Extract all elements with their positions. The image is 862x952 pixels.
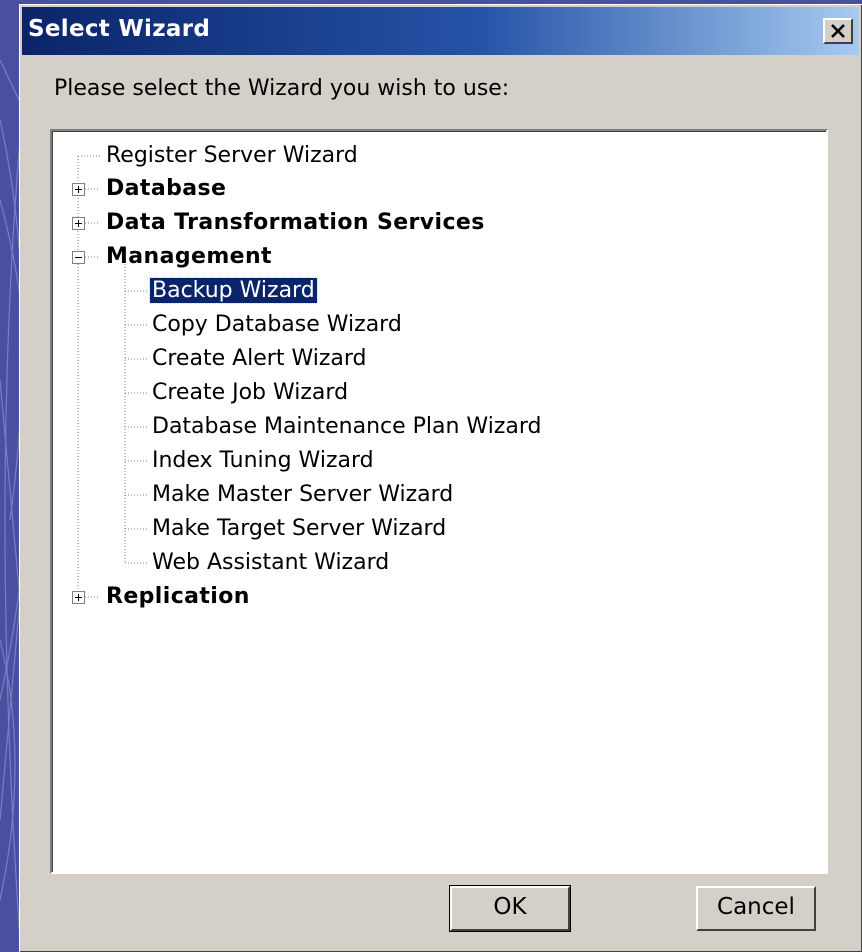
expand-dts-icon[interactable] (72, 217, 85, 230)
tree-item-database-maintenance-plan-wizard[interactable]: Database Maintenance Plan Wizard (152, 412, 541, 442)
cancel-button[interactable]: Cancel (696, 886, 816, 931)
close-icon (831, 24, 845, 38)
tree-item-copy-database-wizard[interactable]: Copy Database Wizard (152, 310, 402, 340)
select-wizard-dialog: Select Wizard Please select the Wizard y… (19, 4, 862, 952)
tree-item-create-job-wizard[interactable]: Create Job Wizard (152, 378, 348, 408)
instruction-label: Please select the Wizard you wish to use… (54, 76, 510, 101)
dialog-title: Select Wizard (28, 16, 211, 42)
wizard-tree-view[interactable]: Register Server Wizard Database Data Tra… (50, 129, 828, 874)
close-button[interactable] (823, 18, 853, 44)
tree-item-make-target-server-wizard[interactable]: Make Target Server Wizard (152, 514, 446, 544)
expand-database-icon[interactable] (72, 183, 85, 196)
tree-item-backup-wizard[interactable]: Backup Wizard (149, 276, 318, 306)
tree-item-data-transformation-services[interactable]: Data Transformation Services (106, 208, 485, 238)
tree-item-replication[interactable]: Replication (106, 582, 250, 612)
tree-item-make-master-server-wizard[interactable]: Make Master Server Wizard (152, 480, 453, 510)
tree-item-web-assistant-wizard[interactable]: Web Assistant Wizard (152, 548, 389, 578)
tree-item-index-tuning-wizard[interactable]: Index Tuning Wizard (152, 446, 374, 476)
tree-item-create-alert-wizard[interactable]: Create Alert Wizard (152, 344, 367, 374)
title-bar[interactable]: Select Wizard (22, 7, 859, 55)
tree-item-management[interactable]: Management (106, 242, 272, 272)
tree-item-register-server-wizard[interactable]: Register Server Wizard (106, 141, 358, 171)
expand-replication-icon[interactable] (72, 591, 85, 604)
collapse-management-icon[interactable] (72, 251, 85, 264)
tree-item-database[interactable]: Database (106, 174, 226, 204)
ok-button[interactable]: OK (449, 885, 571, 932)
